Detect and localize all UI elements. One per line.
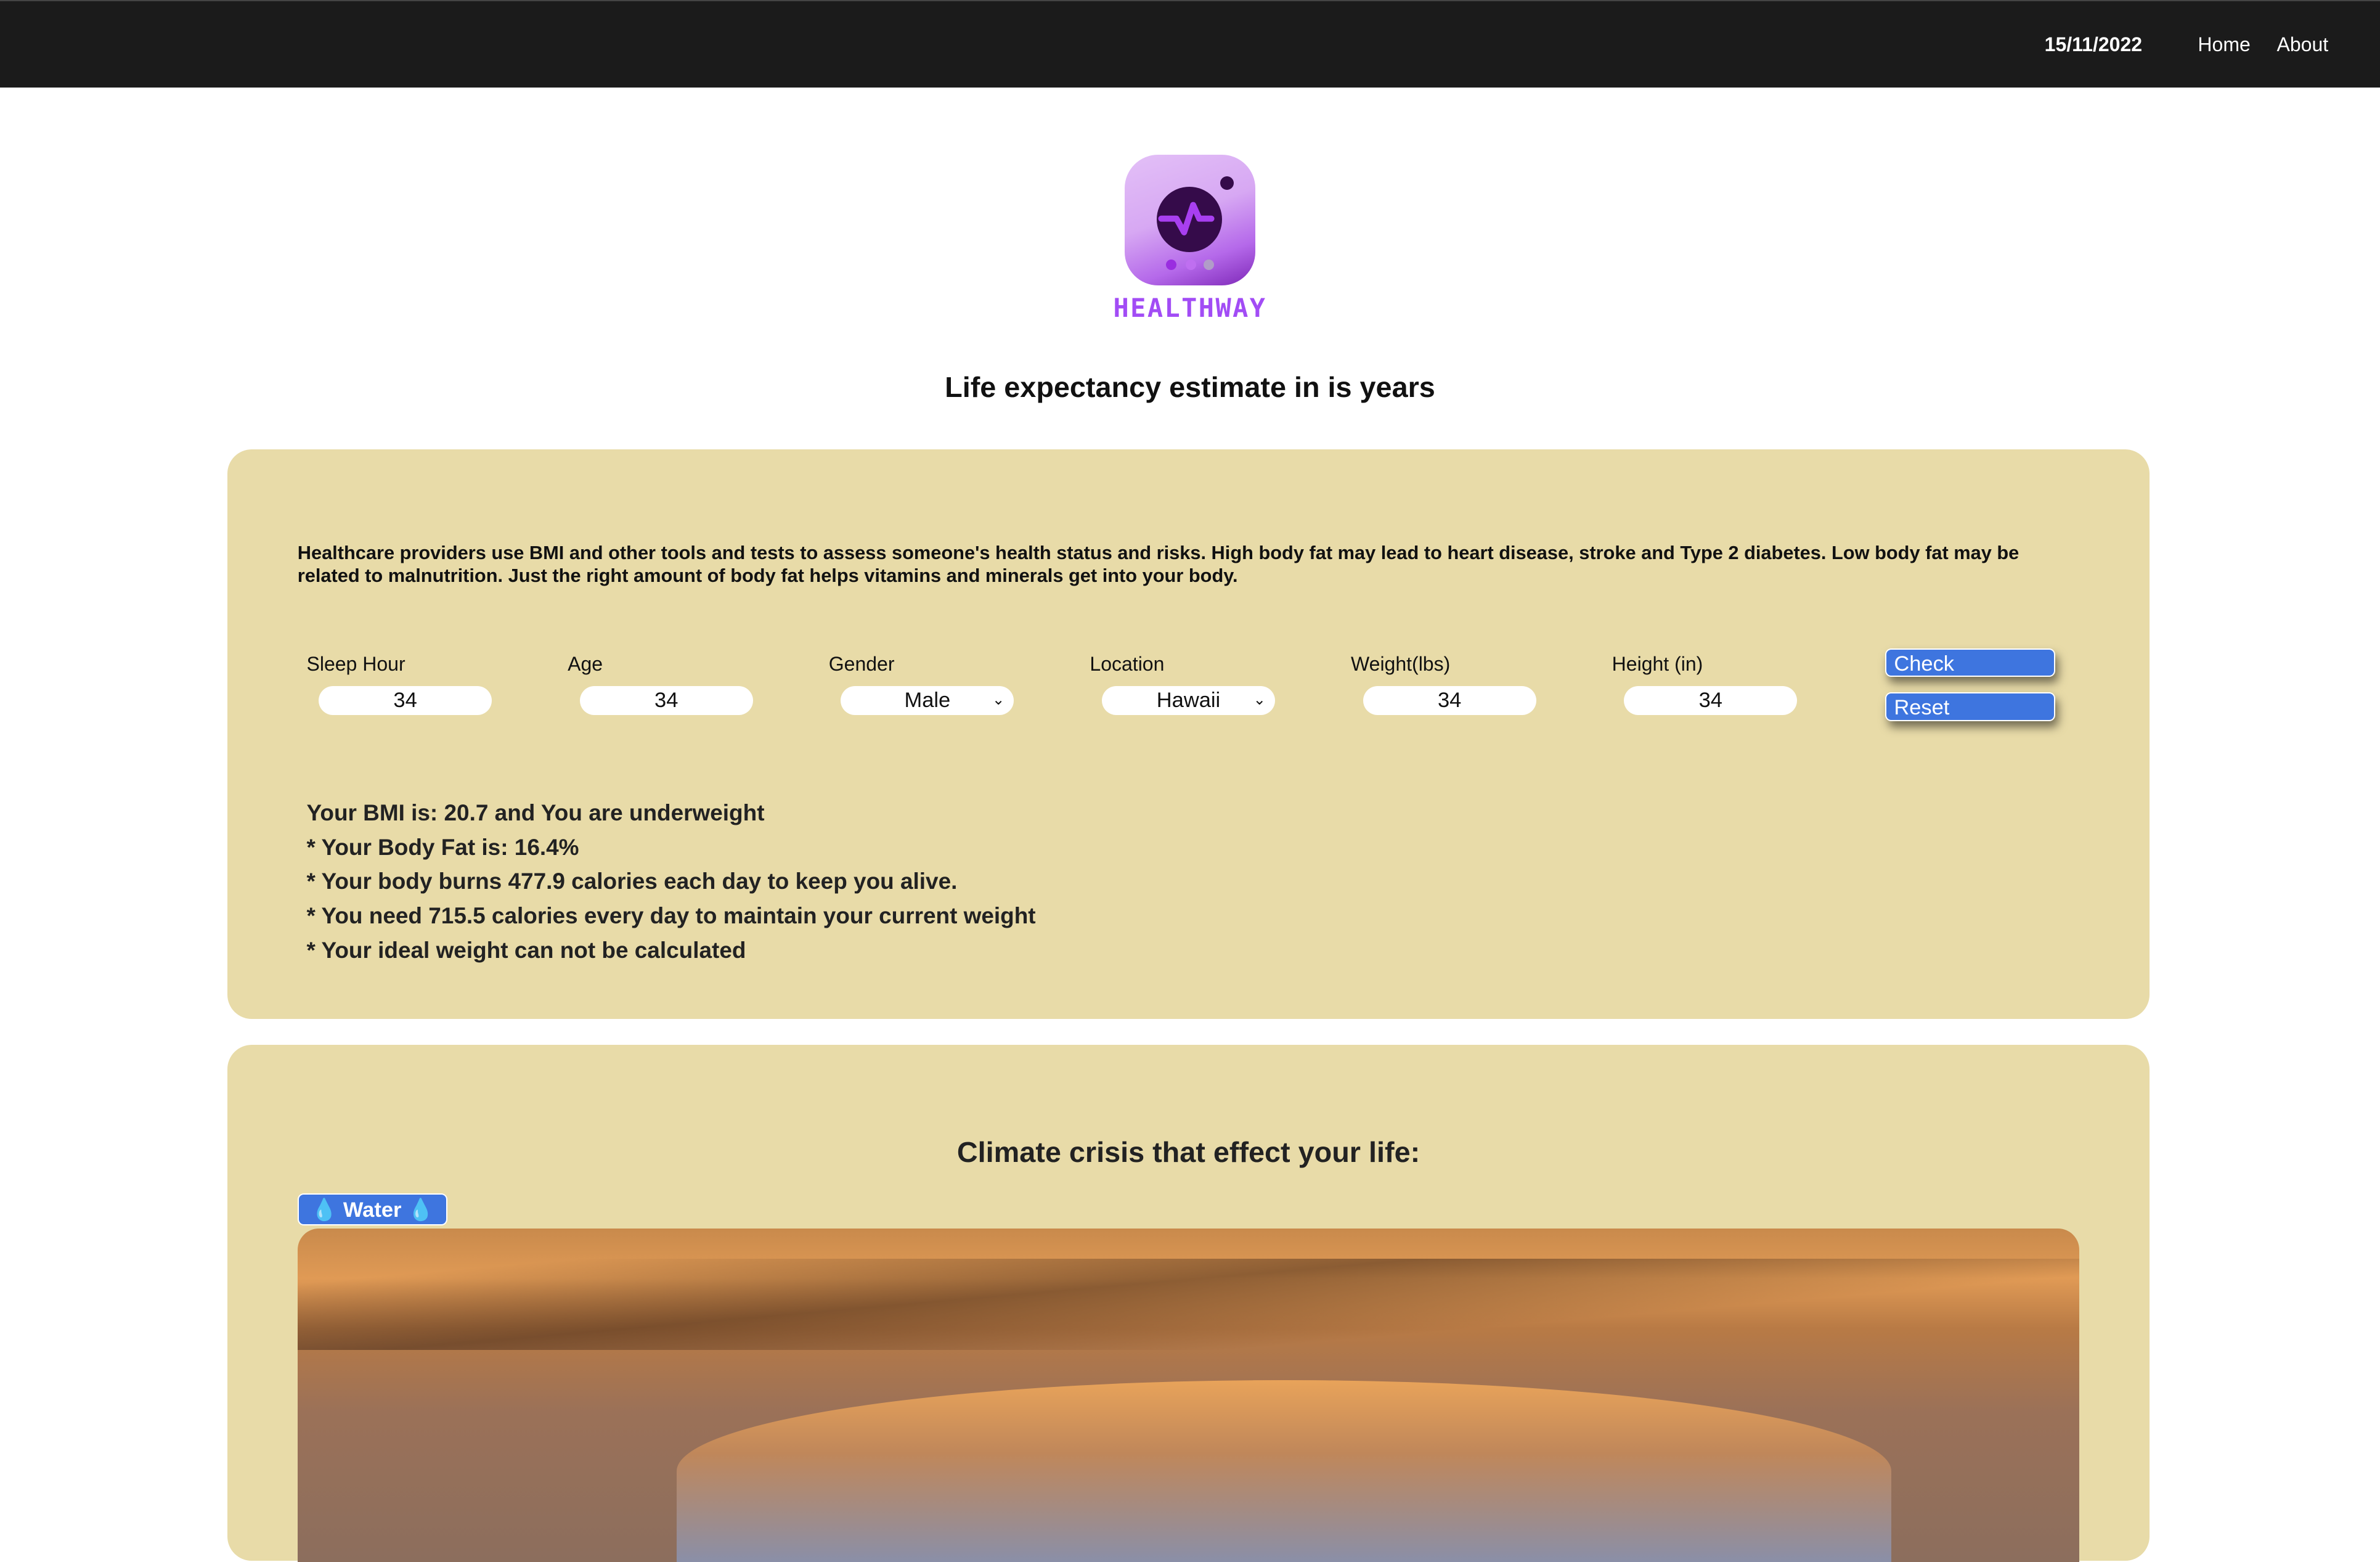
height-input[interactable]: 34 — [1624, 686, 1798, 716]
page-title: Life expectancy estimate in is years — [945, 370, 1435, 403]
climate-card: Climate crisis that effect your life: 💧 … — [227, 1044, 2150, 1562]
age-input[interactable]: 34 — [579, 686, 753, 716]
desert-water-image — [297, 1228, 2080, 1562]
navbar: 15/11/2022 Home About — [0, 0, 2380, 88]
field-label: Height (in) — [1612, 653, 1703, 676]
brand-name: HEALTHWAY — [1113, 293, 1267, 324]
location-value: Hawaii — [1156, 689, 1221, 713]
nav-home-link[interactable]: Home — [2198, 33, 2250, 56]
field-label: Gender — [828, 653, 895, 676]
check-button[interactable]: Check — [1885, 648, 2055, 677]
gender-value: Male — [904, 689, 951, 713]
ideal-weight-result: * Your ideal weight can not be calculate… — [306, 938, 746, 963]
field-label: Age — [568, 653, 603, 676]
weight-input[interactable]: 34 — [1363, 686, 1536, 716]
bmi-card: Healthcare providers use BMI and other t… — [227, 449, 2150, 1019]
field-label: Weight(lbs) — [1351, 653, 1451, 676]
field-label: Location — [1090, 653, 1165, 676]
intro-text: Healthcare providers use BMI and other t… — [297, 542, 2019, 587]
field-label: Sleep Hour — [306, 653, 405, 676]
app-logo-icon — [1125, 155, 1255, 286]
chevron-down-icon: ⌄ — [992, 692, 1005, 709]
chevron-down-icon: ⌄ — [1253, 692, 1266, 709]
calories-result: * You need 715.5 calories every day to m… — [306, 903, 1036, 929]
body-fat-result: * Your Body Fat is: 16.4% — [306, 834, 579, 860]
bmr-result: * Your body burns 477.9 calories each da… — [306, 869, 958, 894]
location-select[interactable]: Hawaii ⌄ — [1102, 686, 1275, 716]
results: Your BMI is: 20.7 and You are underweigh… — [307, 796, 1036, 968]
reset-button[interactable]: Reset — [1885, 692, 2055, 721]
gender-select[interactable]: Male ⌄ — [841, 686, 1014, 716]
water-badge[interactable]: 💧 Water 💧 — [297, 1193, 447, 1225]
climate-heading: Climate crisis that effect your life: — [956, 1136, 1420, 1169]
sleep-hour-input[interactable]: 34 — [319, 686, 492, 716]
nav-date: 15/11/2022 — [2044, 33, 2143, 55]
bmi-result: Your BMI is: 20.7 and You are underweigh… — [306, 799, 765, 825]
nav-about-link[interactable]: About — [2277, 33, 2329, 56]
